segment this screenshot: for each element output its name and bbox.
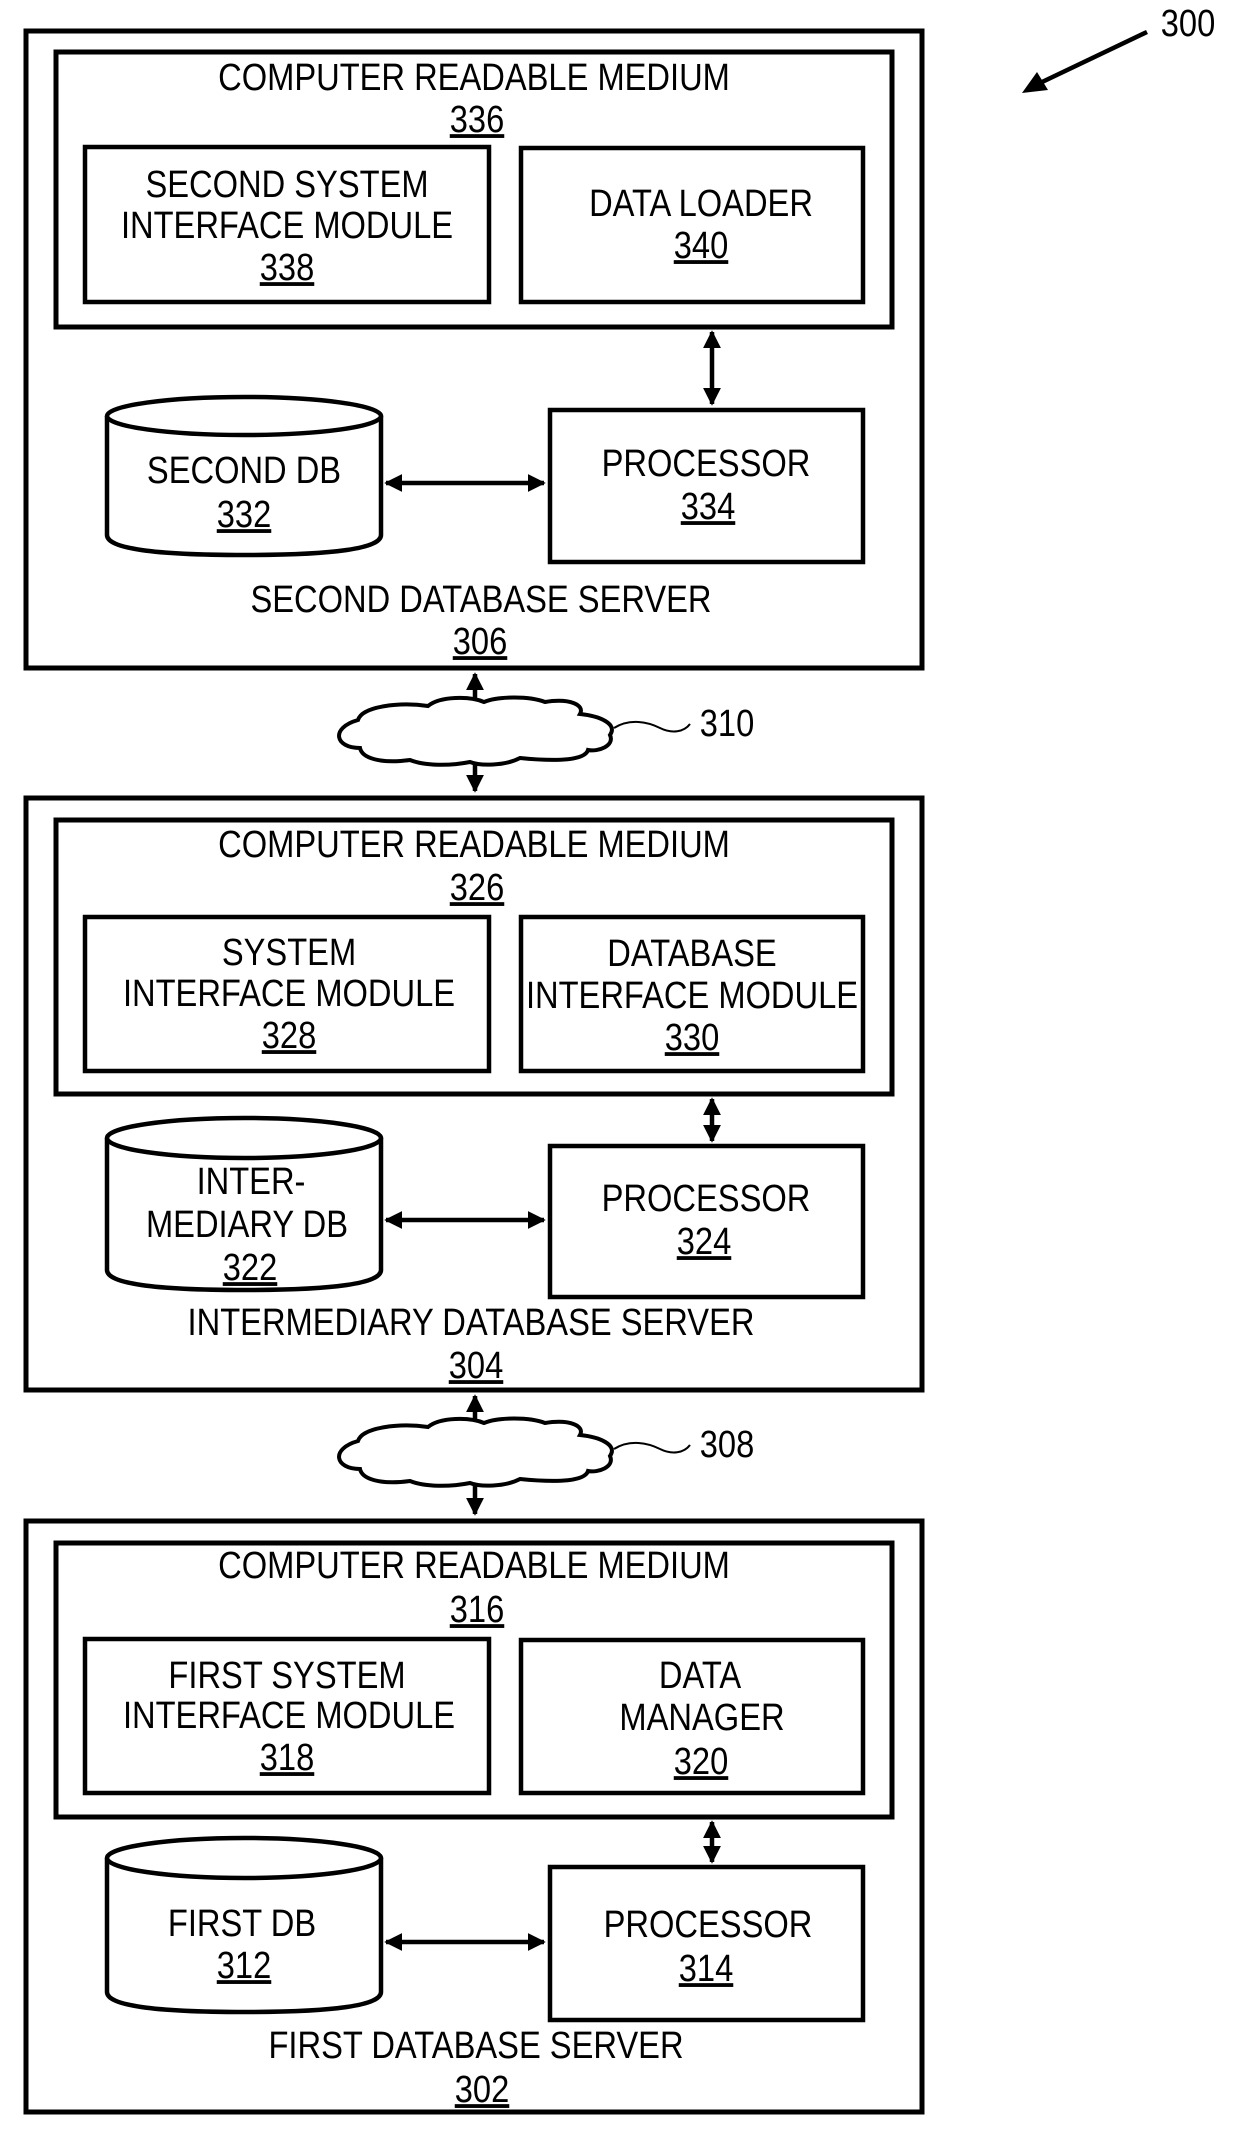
crm-ref: 336: [450, 98, 505, 141]
figure-pointer-line: [1039, 29, 1148, 86]
module-label-line-2: MANAGER: [619, 1696, 784, 1739]
cylinder-top: [104, 1115, 384, 1161]
server-second: COMPUTER READABLE MEDIUM 336 SECOND SYST…: [23, 28, 925, 671]
module-label-line-2: INTERFACE MODULE: [526, 974, 858, 1017]
db-label: SECOND DB: [147, 449, 341, 492]
db-ref: 332: [217, 493, 272, 536]
server-ref: 302: [455, 2068, 510, 2111]
db-label-line-1: INTER-: [197, 1160, 306, 1203]
server-intermediary: COMPUTER READABLE MEDIUM 326 SYSTEM INTE…: [23, 795, 925, 1393]
db-ref: 322: [223, 1246, 278, 1289]
module-label-line-2: INTERFACE MODULE: [121, 204, 453, 247]
module-label-line-2: INTERFACE MODULE: [123, 1694, 455, 1737]
server-name: SECOND DATABASE SERVER: [250, 578, 711, 621]
server-name: FIRST DATABASE SERVER: [268, 2024, 683, 2067]
server-ref: 304: [449, 1344, 504, 1387]
module-ref: 330: [665, 1016, 720, 1059]
network-308: 308: [337, 1394, 755, 1516]
module-label-line-1: SYSTEM: [222, 931, 356, 974]
processor-label: PROCESSOR: [604, 1903, 813, 1946]
module-ref: 338: [260, 246, 315, 289]
figure-reference: 300: [1022, 2, 1215, 93]
module-label-line-1: DATA LOADER: [589, 182, 813, 225]
processor-ref: 324: [677, 1220, 732, 1263]
db-label: FIRST DB: [168, 1902, 316, 1945]
leader-line: [613, 721, 691, 733]
module-label-line-1: FIRST SYSTEM: [168, 1654, 405, 1697]
db-ref: 312: [217, 1944, 272, 1987]
module-ref: 320: [674, 1740, 729, 1783]
module-ref: 318: [260, 1736, 315, 1779]
network-ref: 310: [700, 702, 755, 745]
database-cylinder: FIRST DB 312: [104, 1835, 384, 2015]
module-label-line-1: DATA: [659, 1654, 742, 1697]
database-cylinder: SECOND DB 332: [104, 394, 384, 558]
server-name: INTERMEDIARY DATABASE SERVER: [188, 1301, 755, 1344]
module-label-line-1: SECOND SYSTEM: [145, 163, 428, 206]
module-label-line-2: INTERFACE MODULE: [123, 972, 455, 1015]
processor-label: PROCESSOR: [602, 442, 811, 485]
database-cylinder: INTER- MEDIARY DB 322: [104, 1115, 384, 1293]
crm-title: COMPUTER READABLE MEDIUM: [218, 823, 730, 866]
server-first: COMPUTER READABLE MEDIUM 316 FIRST SYSTE…: [23, 1518, 925, 2115]
module-label-line-1: DATABASE: [607, 932, 776, 975]
processor-ref: 334: [681, 485, 736, 528]
cylinder-top: [104, 1835, 384, 1881]
processor-ref: 314: [679, 1947, 734, 1990]
cloud-icon: [337, 1416, 614, 1488]
db-label-line-2: MEDIARY DB: [146, 1203, 348, 1246]
module-ref: 328: [262, 1014, 317, 1057]
cylinder-top: [104, 394, 384, 438]
crm-title: COMPUTER READABLE MEDIUM: [218, 56, 730, 99]
system-diagram: 300 COMPUTER READABLE MEDIUM 336 SECOND …: [23, 2, 1215, 2115]
crm-ref: 326: [450, 866, 505, 909]
network-ref: 308: [700, 1423, 755, 1466]
crm-ref: 316: [450, 1588, 505, 1631]
figure-number: 300: [1161, 2, 1216, 45]
processor-label: PROCESSOR: [602, 1177, 811, 1220]
crm-title: COMPUTER READABLE MEDIUM: [218, 1544, 730, 1587]
module-ref: 340: [674, 224, 729, 267]
cloud-icon: [337, 695, 614, 767]
leader-line: [613, 1442, 691, 1454]
network-310: 310: [337, 672, 755, 793]
server-ref: 306: [453, 620, 508, 663]
